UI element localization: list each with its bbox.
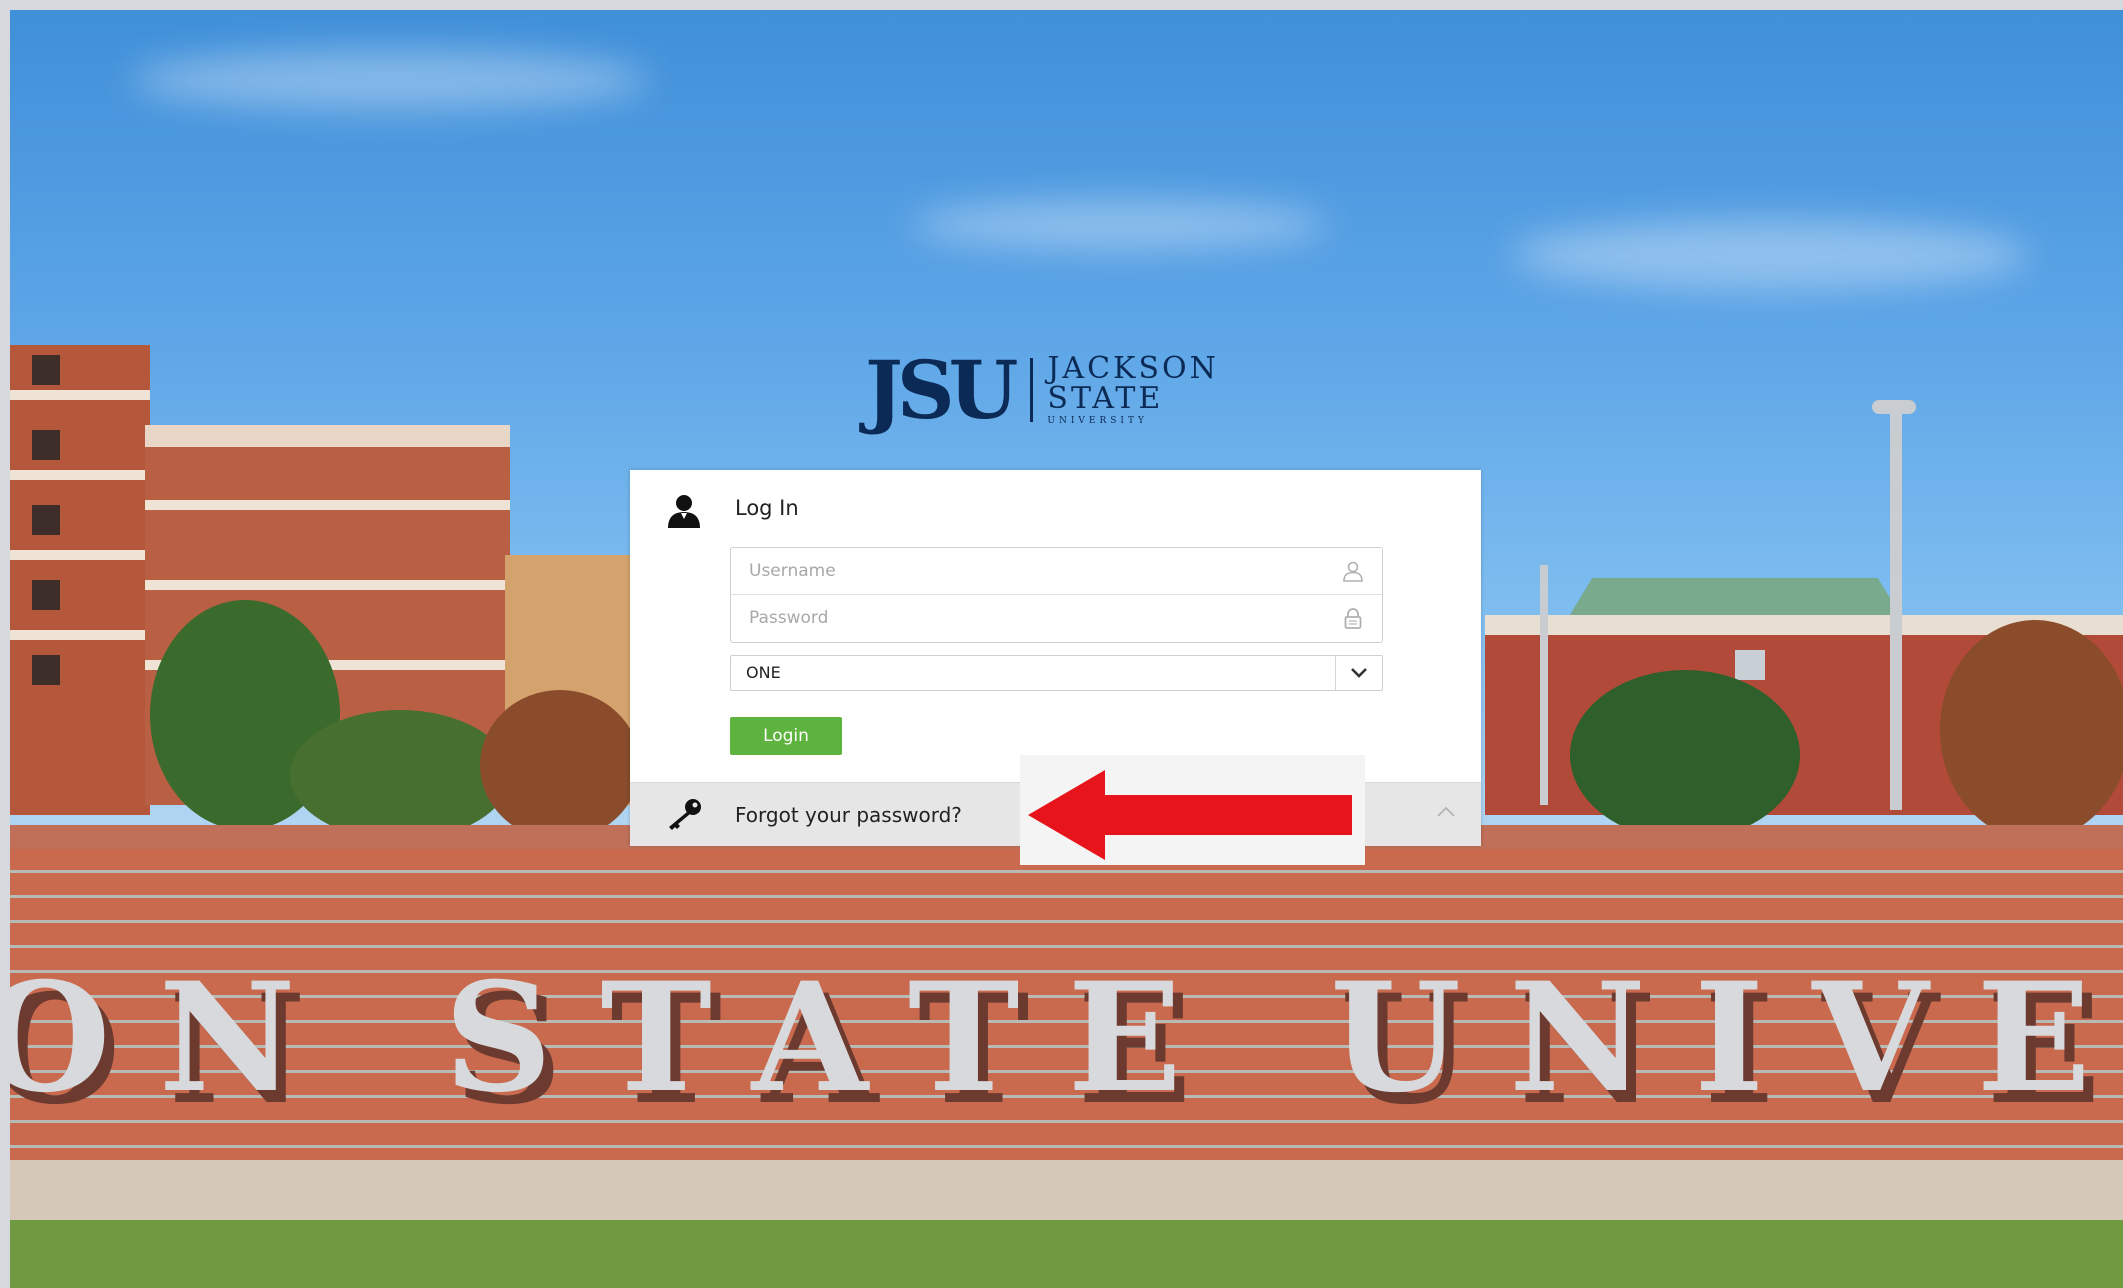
logo-mark: JSU bbox=[865, 343, 1018, 437]
chevron-down-icon bbox=[1351, 668, 1367, 678]
light-head bbox=[1872, 400, 1916, 414]
building-band bbox=[145, 500, 510, 510]
wall-sign-text: ON STATE UNIVE bbox=[10, 950, 2123, 1126]
credentials-group bbox=[730, 547, 1383, 643]
username-row bbox=[731, 548, 1382, 595]
password-row bbox=[731, 595, 1382, 641]
grass bbox=[10, 1220, 2123, 1288]
lock-icon bbox=[1344, 608, 1362, 629]
cloud bbox=[1510, 220, 2030, 290]
page: ON STATE UNIVE JSU JACKSON STATE UNIVERS… bbox=[0, 0, 2123, 1288]
jsu-logo: JSU JACKSON STATE UNIVERSITY bbox=[865, 350, 1219, 430]
cloud bbox=[130, 50, 650, 110]
building-band bbox=[10, 390, 150, 400]
username-input[interactable] bbox=[731, 548, 1367, 594]
chevron-up-icon[interactable] bbox=[1435, 805, 1457, 819]
building-roof bbox=[145, 425, 510, 447]
left-border bbox=[0, 0, 10, 1288]
login-title: Log In bbox=[735, 496, 799, 520]
logo-wordmark: JACKSON STATE UNIVERSITY bbox=[1047, 354, 1218, 426]
tree bbox=[480, 690, 640, 840]
domain-select[interactable]: ONE bbox=[730, 655, 1383, 691]
window bbox=[32, 655, 60, 685]
building-left bbox=[10, 345, 150, 815]
user-icon bbox=[668, 495, 700, 528]
building-band bbox=[10, 470, 150, 480]
logo-divider bbox=[1030, 358, 1034, 422]
light-pole bbox=[1540, 565, 1548, 805]
tree bbox=[1570, 670, 1800, 840]
person-icon bbox=[1343, 561, 1363, 582]
wall-ledge bbox=[10, 1160, 2123, 1220]
building-band bbox=[145, 580, 510, 590]
login-button[interactable]: Login bbox=[730, 717, 842, 755]
logo-line-3: UNIVERSITY bbox=[1047, 416, 1148, 426]
window bbox=[32, 505, 60, 535]
tree bbox=[290, 710, 510, 840]
key-icon bbox=[669, 799, 701, 830]
building-band bbox=[10, 550, 150, 560]
top-border bbox=[0, 0, 2123, 10]
light-pole bbox=[1890, 410, 1902, 810]
domain-select-toggle[interactable] bbox=[1335, 656, 1382, 690]
window bbox=[1735, 650, 1765, 680]
cloud bbox=[910, 200, 1330, 250]
tree bbox=[1940, 620, 2123, 840]
logo-line-2: STATE bbox=[1047, 381, 1164, 416]
forgot-password-link[interactable]: Forgot your password? bbox=[735, 803, 962, 827]
logo-line-1: JACKSON bbox=[1047, 351, 1219, 386]
building-band bbox=[10, 630, 150, 640]
password-input[interactable] bbox=[731, 595, 1367, 641]
domain-select-value: ONE bbox=[746, 663, 781, 682]
red-arrow-icon bbox=[1028, 770, 1352, 860]
window bbox=[32, 355, 60, 385]
login-header: Log In bbox=[630, 470, 1481, 550]
window bbox=[32, 430, 60, 460]
annotation-box bbox=[1020, 755, 1365, 865]
window bbox=[32, 580, 60, 610]
